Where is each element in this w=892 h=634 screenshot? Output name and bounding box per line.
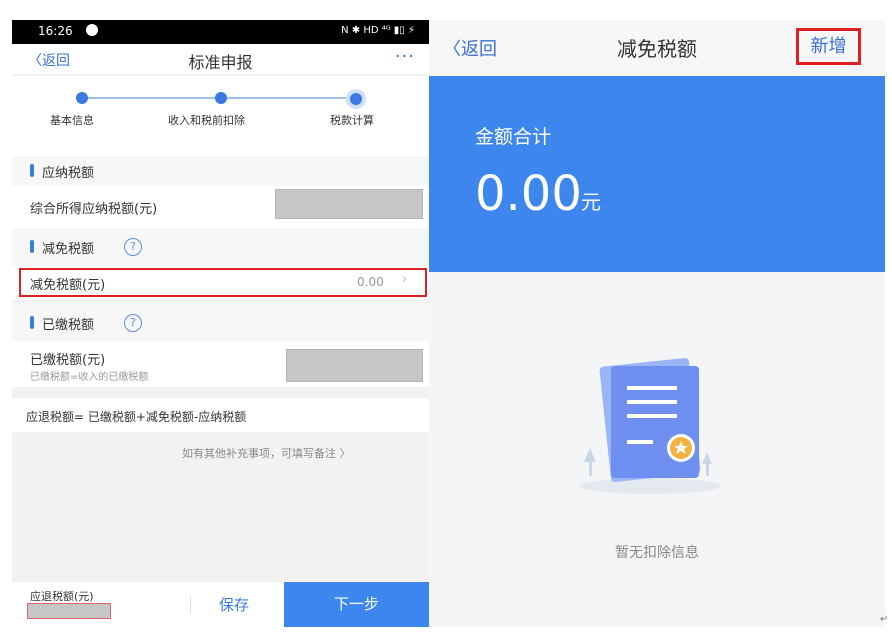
step-connector bbox=[226, 97, 358, 99]
summary-amount: 0.00 bbox=[475, 166, 582, 222]
summary-label: 金额合计 bbox=[475, 126, 552, 148]
more-menu-icon[interactable]: ··· bbox=[395, 46, 415, 67]
next-button[interactable]: 下一步 bbox=[284, 582, 429, 627]
refund-label: 应退税额(元) bbox=[30, 590, 94, 603]
status-time: 16:26 bbox=[38, 24, 73, 38]
row-label: 综合所得应纳税额(元) bbox=[30, 202, 158, 217]
section-header-payable: 应纳税额 bbox=[12, 156, 429, 186]
row-paid[interactable]: 已缴税额(元) 已缴税额=收入的已缴税额 bbox=[12, 341, 429, 387]
add-button[interactable]: 新增 bbox=[796, 28, 861, 65]
chevron-right-icon: 〉 bbox=[339, 447, 351, 460]
section-marker bbox=[30, 240, 34, 253]
remark-link-text: 如有其他补充事项，可填写备注 bbox=[182, 447, 336, 460]
summary-banner: 金额合计 0.00 元 bbox=[429, 76, 885, 272]
step-label-1: 基本信息 bbox=[50, 114, 94, 127]
return-mark-icon: ↵ bbox=[880, 614, 889, 625]
page-title: 标准申报 bbox=[188, 53, 253, 72]
redacted-refund bbox=[27, 603, 111, 619]
step-indicator: 基本信息 收入和税前扣除 税款计算 bbox=[12, 76, 429, 156]
status-bar: 16:26 N ✱ HD ⁴ᴳ ▮▯ ⚡ bbox=[12, 20, 429, 44]
left-screen: 16:26 N ✱ HD ⁴ᴳ ▮▯ ⚡ 〈返回 标准申报 ··· 基本信息 收… bbox=[12, 20, 429, 627]
summary-unit: 元 bbox=[581, 190, 601, 214]
row-payable[interactable]: 综合所得应纳税额(元) bbox=[12, 186, 429, 228]
section-header-reduction: 减免税额 ? bbox=[12, 228, 429, 266]
step-dot-3 bbox=[350, 93, 362, 105]
step-connector bbox=[86, 97, 220, 99]
section-title: 已缴税额 bbox=[42, 318, 95, 333]
app-notification-icon bbox=[86, 24, 98, 36]
section-title: 减免税额 bbox=[42, 242, 95, 257]
empty-state-text: 暂无扣除信息 bbox=[615, 545, 699, 561]
help-icon[interactable]: ? bbox=[124, 238, 142, 256]
section-marker bbox=[30, 316, 34, 329]
row-label: 已缴税额(元) bbox=[30, 353, 106, 368]
empty-document-illustration bbox=[580, 358, 720, 494]
right-screen: 〈返回 减免税额 新增 金额合计 0.00 元 暂无扣除信息 bbox=[429, 20, 885, 627]
nav-bar: 〈返回 减免税额 新增 bbox=[429, 20, 885, 76]
step-label-2: 收入和税前扣除 bbox=[168, 114, 245, 127]
step-label-3: 税款计算 bbox=[330, 114, 374, 127]
help-icon[interactable]: ? bbox=[124, 314, 142, 332]
redacted-value bbox=[286, 349, 423, 382]
status-icons: N ✱ HD ⁴ᴳ ▮▯ ⚡ bbox=[341, 25, 415, 36]
formula-text: 应退税额= 已缴税额+减免税额-应纳税额 bbox=[26, 410, 247, 424]
formula-row: 应退税额= 已缴税额+减免税额-应纳税额 bbox=[12, 398, 429, 432]
section-header-paid: 已缴税额 ? bbox=[12, 303, 429, 341]
highlight-box bbox=[19, 268, 427, 297]
remark-link[interactable]: 如有其他补充事项，可填写备注 〉 bbox=[182, 445, 351, 461]
bottom-bar: 应退税额(元) 保存 下一步 bbox=[12, 582, 429, 627]
save-button[interactable]: 保存 bbox=[219, 594, 249, 615]
divider bbox=[190, 596, 191, 614]
section-title: 应纳税额 bbox=[42, 166, 95, 181]
nav-bar: 〈返回 标准申报 ··· bbox=[12, 44, 429, 74]
redacted-value bbox=[275, 189, 423, 219]
row-reduction[interactable]: 减免税额(元) 0.00 › bbox=[12, 266, 429, 300]
row-hint: 已缴税额=收入的已缴税额 bbox=[30, 372, 149, 383]
step-dot-2 bbox=[215, 92, 227, 104]
step-dot-1 bbox=[76, 92, 88, 104]
section-marker bbox=[30, 164, 34, 177]
